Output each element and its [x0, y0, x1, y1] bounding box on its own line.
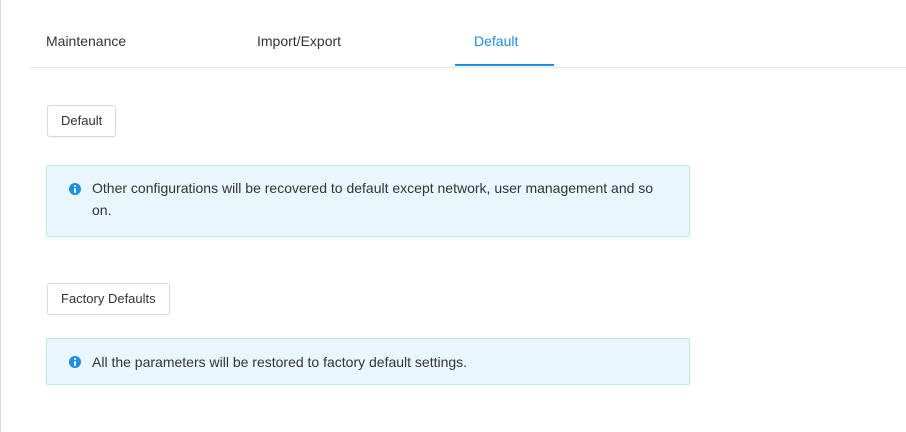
tab-import-export[interactable]: Import/Export [257, 33, 341, 49]
default-notice: Other configurations will be recovered t… [46, 165, 690, 237]
factory-defaults-notice-text: All the parameters will be restored to f… [92, 354, 468, 370]
info-icon [69, 356, 81, 368]
default-button[interactable]: Default [47, 105, 117, 137]
tab-default[interactable]: Default [474, 33, 518, 49]
tab-bar: Maintenance Import/Export Default [30, 0, 906, 68]
default-notice-text: Other configurations will be recovered t… [92, 180, 654, 218]
factory-defaults-notice: All the parameters will be restored to f… [46, 338, 690, 385]
info-icon [69, 183, 81, 195]
factory-defaults-button[interactable]: Factory Defaults [47, 283, 170, 315]
tab-maintenance[interactable]: Maintenance [46, 33, 126, 49]
left-border [0, 0, 1, 432]
active-tab-indicator [455, 64, 554, 66]
